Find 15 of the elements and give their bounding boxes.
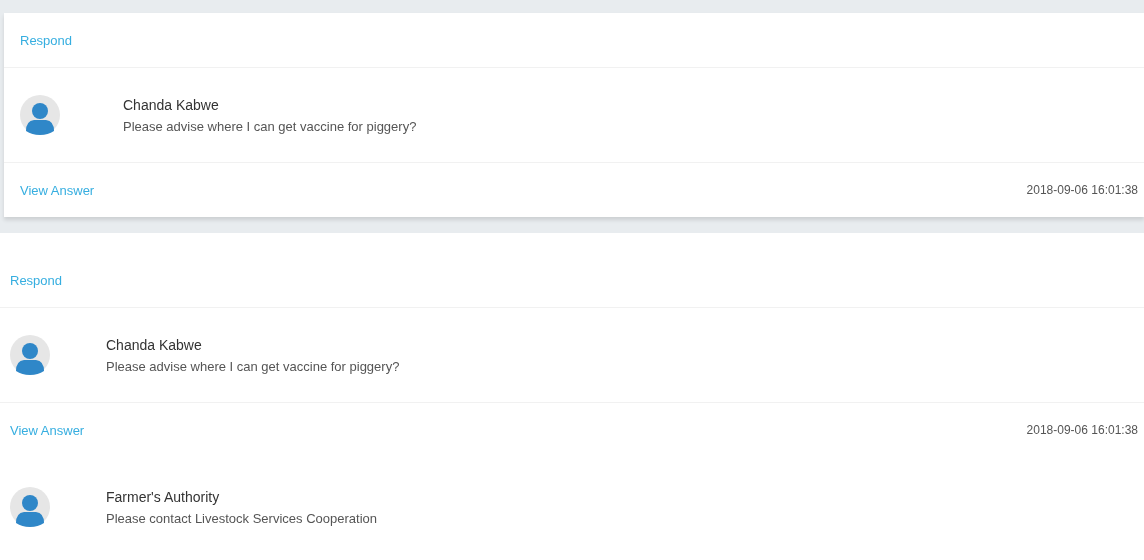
question-text: Please advise where I can get vaccine for piggery? [106,358,400,374]
respond-link[interactable]: Respond [20,32,73,48]
timestamp: 2018-09-06 16:01:38 [1026,183,1138,197]
timestamp: 2018-09-06 16:01:38 [1026,423,1138,437]
avatar-icon [20,95,60,135]
author-name: Chanda Kabwe [123,96,220,113]
view-answer-link[interactable]: View Answer [20,182,95,198]
avatar-icon [10,335,50,375]
author-name: Chanda Kabwe [106,336,203,353]
view-answer-link[interactable]: View Answer [10,422,85,438]
answer-text: Please contact Livestock Services Cooperation [106,510,377,526]
author-name: Farmer's Authority [106,488,221,505]
question-text: Please advise where I can get vaccine for piggery? [123,118,417,134]
respond-link[interactable]: Respond [10,272,63,288]
avatar-icon [10,487,50,527]
